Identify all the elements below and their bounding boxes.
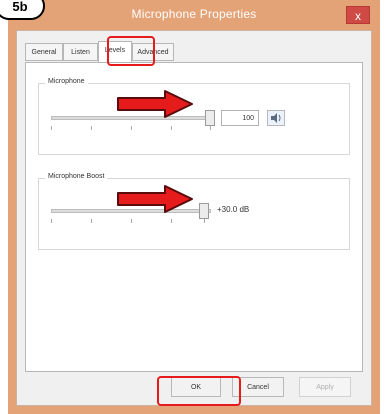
step-badge: 5b: [0, 0, 45, 20]
tab-label: Advanced: [137, 49, 169, 56]
microphone-boost-label: Microphone Boost: [45, 173, 108, 180]
slider-tick: [171, 219, 172, 223]
tab-advanced[interactable]: Advanced: [132, 43, 174, 61]
slider-tick: [51, 219, 52, 223]
microphone-level-input[interactable]: 100: [221, 110, 259, 126]
tab-listen[interactable]: Listen: [63, 43, 98, 61]
tab-levels[interactable]: Levels: [98, 41, 132, 63]
slider-tick: [91, 219, 92, 223]
close-icon: x: [355, 9, 361, 23]
close-button[interactable]: x: [346, 6, 370, 24]
mute-toggle-button[interactable]: [267, 110, 285, 126]
slider-tick: [91, 126, 92, 130]
arrow-icon: [117, 185, 193, 213]
tab-general[interactable]: General: [25, 43, 63, 61]
apply-button[interactable]: Apply: [299, 377, 351, 397]
slider-tick: [131, 126, 132, 130]
boost-slider-thumb[interactable]: [199, 203, 209, 219]
microphone-slider-thumb[interactable]: [205, 110, 215, 126]
dialog-buttons: OK Cancel Apply: [17, 365, 373, 405]
title-bar[interactable]: Microphone Properties x: [8, 0, 380, 30]
tab-label: Levels: [104, 47, 126, 54]
cancel-button[interactable]: Cancel: [232, 377, 284, 397]
window-title: Microphone Properties: [131, 7, 257, 21]
tab-label: General: [31, 49, 57, 56]
slider-tick: [171, 126, 172, 130]
dialog-body: General Listen Levels Advanced Microphon…: [16, 30, 372, 406]
boost-value: +30.0 dB: [217, 205, 250, 214]
slider-tick: [204, 219, 205, 223]
slider-tick: [51, 126, 52, 130]
tab-label: Listen: [71, 49, 90, 56]
ok-button[interactable]: OK: [171, 377, 221, 397]
speaker-icon: [271, 113, 281, 123]
slider-tick: [131, 219, 132, 223]
arrow-icon: [117, 90, 193, 118]
slider-tick: [210, 126, 211, 130]
microphone-label: Microphone: [45, 78, 88, 85]
